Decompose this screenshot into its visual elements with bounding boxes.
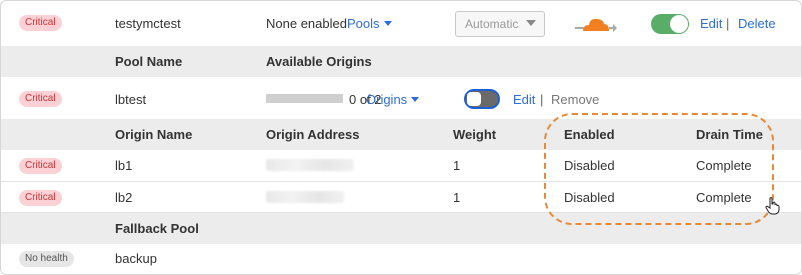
weight-header: Weight — [453, 127, 497, 142]
origin-name-header: Origin Name — [115, 127, 193, 142]
health-badge: Critical — [19, 190, 62, 206]
link-separator: | — [726, 16, 730, 31]
steering-select[interactable]: Automatic — [455, 11, 545, 37]
pools-dropdown-label: Pools — [347, 16, 380, 31]
fallback-pool-row: No health backup — [1, 244, 801, 274]
origin-weight: 1 — [453, 158, 461, 173]
health-badge: Critical — [19, 158, 62, 174]
steering-select-value: Automatic — [465, 17, 519, 31]
origin-row: Critical lb2 1 Disabled Complete — [1, 182, 801, 213]
hand-pointer-icon — [765, 197, 780, 215]
redacted-origin-address — [266, 159, 354, 171]
load-balancer-name: testymctest — [115, 16, 181, 31]
origins-available-bar — [266, 94, 343, 103]
chevron-down-icon — [526, 20, 536, 26]
pool-row: Critical lbtest 0 of 2 Origins Edit | Re… — [1, 77, 801, 119]
enabled-header: Enabled — [564, 127, 615, 142]
toggle-knob — [670, 15, 688, 33]
drain-time-header: Drain Time — [696, 127, 763, 142]
pools-status: None enabled — [266, 16, 347, 31]
origin-drain-time: Complete — [696, 190, 752, 205]
origin-name: lb1 — [115, 158, 133, 173]
edit-load-balancer-link[interactable]: Edit — [700, 16, 722, 31]
fallback-pool-name: backup — [115, 251, 157, 266]
pool-name-header: Pool Name — [115, 54, 183, 69]
origin-address-header: Origin Address — [266, 127, 360, 142]
edit-pool-link[interactable]: Edit — [513, 92, 535, 107]
load-balancer-enabled-toggle[interactable] — [651, 14, 689, 34]
available-origins-header: Available Origins — [266, 54, 372, 69]
fallback-pool-title: Fallback Pool — [115, 221, 199, 236]
origin-table-header: Origin Name Origin Address Weight Enable… — [1, 119, 801, 150]
redacted-origin-address — [266, 191, 344, 203]
toggle-knob — [467, 92, 481, 106]
pool-enabled-toggle[interactable] — [464, 89, 500, 109]
origins-dropdown-label: Origins — [366, 92, 408, 107]
load-balancer-panel: Critical testymctest None enabled Pools … — [0, 0, 802, 275]
fallback-pool-header: Fallback Pool — [1, 213, 801, 244]
remove-pool-link[interactable]: Remove — [551, 92, 599, 107]
origins-dropdown[interactable]: Origins — [366, 92, 420, 107]
pool-name: lbtest — [115, 92, 147, 107]
load-balancer-row: Critical testymctest None enabled Pools … — [1, 1, 801, 47]
origin-weight: 1 — [453, 190, 461, 205]
health-badge: No health — [19, 251, 74, 267]
caret-down-icon — [383, 21, 392, 26]
origin-enabled-status: Disabled — [564, 158, 615, 173]
origin-drain-time: Complete — [696, 158, 752, 173]
origin-name: lb2 — [115, 190, 133, 205]
pool-table-header: Pool Name Available Origins — [1, 46, 801, 77]
pools-dropdown[interactable]: Pools — [347, 16, 392, 31]
orange-cloud-icon[interactable] — [575, 14, 617, 34]
origin-row: Critical lb1 1 Disabled Complete — [1, 150, 801, 182]
link-separator: | — [540, 92, 544, 107]
delete-load-balancer-link[interactable]: Delete — [738, 16, 776, 31]
health-badge: Critical — [19, 15, 62, 31]
health-badge: Critical — [19, 91, 62, 107]
origin-enabled-status: Disabled — [564, 190, 615, 205]
caret-down-icon — [411, 97, 420, 102]
